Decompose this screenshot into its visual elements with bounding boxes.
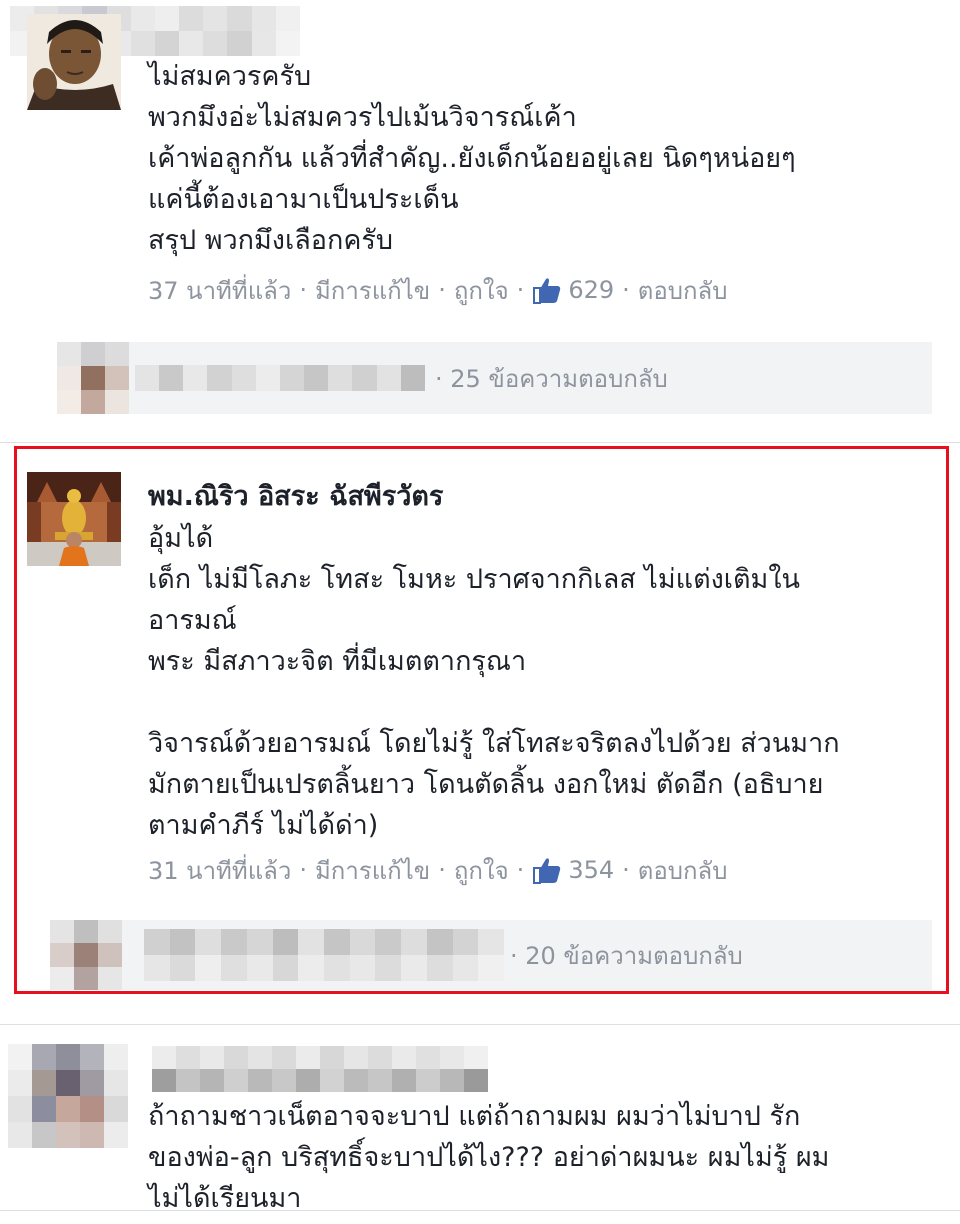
reply-avatar-blurred xyxy=(50,920,122,990)
comment-divider xyxy=(0,1024,960,1025)
reply-name-blurred xyxy=(144,929,504,981)
avatar[interactable] xyxy=(27,472,121,566)
comment-meta: 31 นาทีที่แล้ว · มีการแก้ไข · ถูกใจ · 35… xyxy=(148,852,727,888)
comment-meta: 37 นาทีที่แล้ว · มีการแก้ไข · ถูกใจ · 62… xyxy=(148,272,727,308)
comment-body: อุ้มได้ เด็ก ไม่มีโลภะ โทสะ โมหะ ปราศจาก… xyxy=(148,523,840,841)
reply-avatar-blurred xyxy=(57,342,129,414)
reply-count[interactable]: 25 ข้อความตอบกลับ xyxy=(450,365,668,393)
comment-divider xyxy=(0,442,960,443)
reply-count[interactable]: 20 ข้อความตอบกลับ xyxy=(525,942,743,970)
edited-label[interactable]: มีการแก้ไข xyxy=(315,851,430,890)
like-count: 629 xyxy=(568,276,615,304)
timestamp[interactable]: 31 นาทีที่แล้ว xyxy=(148,851,291,890)
replies-bar[interactable]: · 25 ข้อความตอบกลับ xyxy=(57,342,932,414)
like-link[interactable]: ถูกใจ xyxy=(454,851,509,890)
thumbs-up-icon[interactable] xyxy=(532,276,562,304)
blurred-username[interactable] xyxy=(152,1046,488,1092)
like-link[interactable]: ถูกใจ xyxy=(454,271,509,310)
avatar-blurred[interactable] xyxy=(8,1044,128,1148)
edited-label[interactable]: มีการแก้ไข xyxy=(315,271,430,310)
reply-link[interactable]: ตอบกลับ xyxy=(638,271,728,310)
comment-body: ถ้าถามชาวเน็ตอาจจะบาป แต่ถ้าถามผม ผมว่าไ… xyxy=(148,1101,830,1214)
avatar[interactable] xyxy=(27,14,121,110)
comment-body: ไม่สมควรครับ พวกมึงอ่ะไม่สมควรไปเม้นวิจา… xyxy=(148,61,796,256)
thumbs-up-icon[interactable] xyxy=(532,856,562,884)
bottom-divider xyxy=(0,1210,960,1211)
timestamp[interactable]: 37 นาทีที่แล้ว xyxy=(148,271,291,310)
comment-author[interactable]: พม.ณิริว อิสระ ฉัสพีรวัตร xyxy=(148,474,443,517)
reply-link[interactable]: ตอบกลับ xyxy=(638,851,728,890)
replies-bar[interactable]: · 20 ข้อความตอบกลับ xyxy=(50,920,932,990)
reply-name-blurred xyxy=(135,365,425,391)
like-count: 354 xyxy=(568,856,615,884)
